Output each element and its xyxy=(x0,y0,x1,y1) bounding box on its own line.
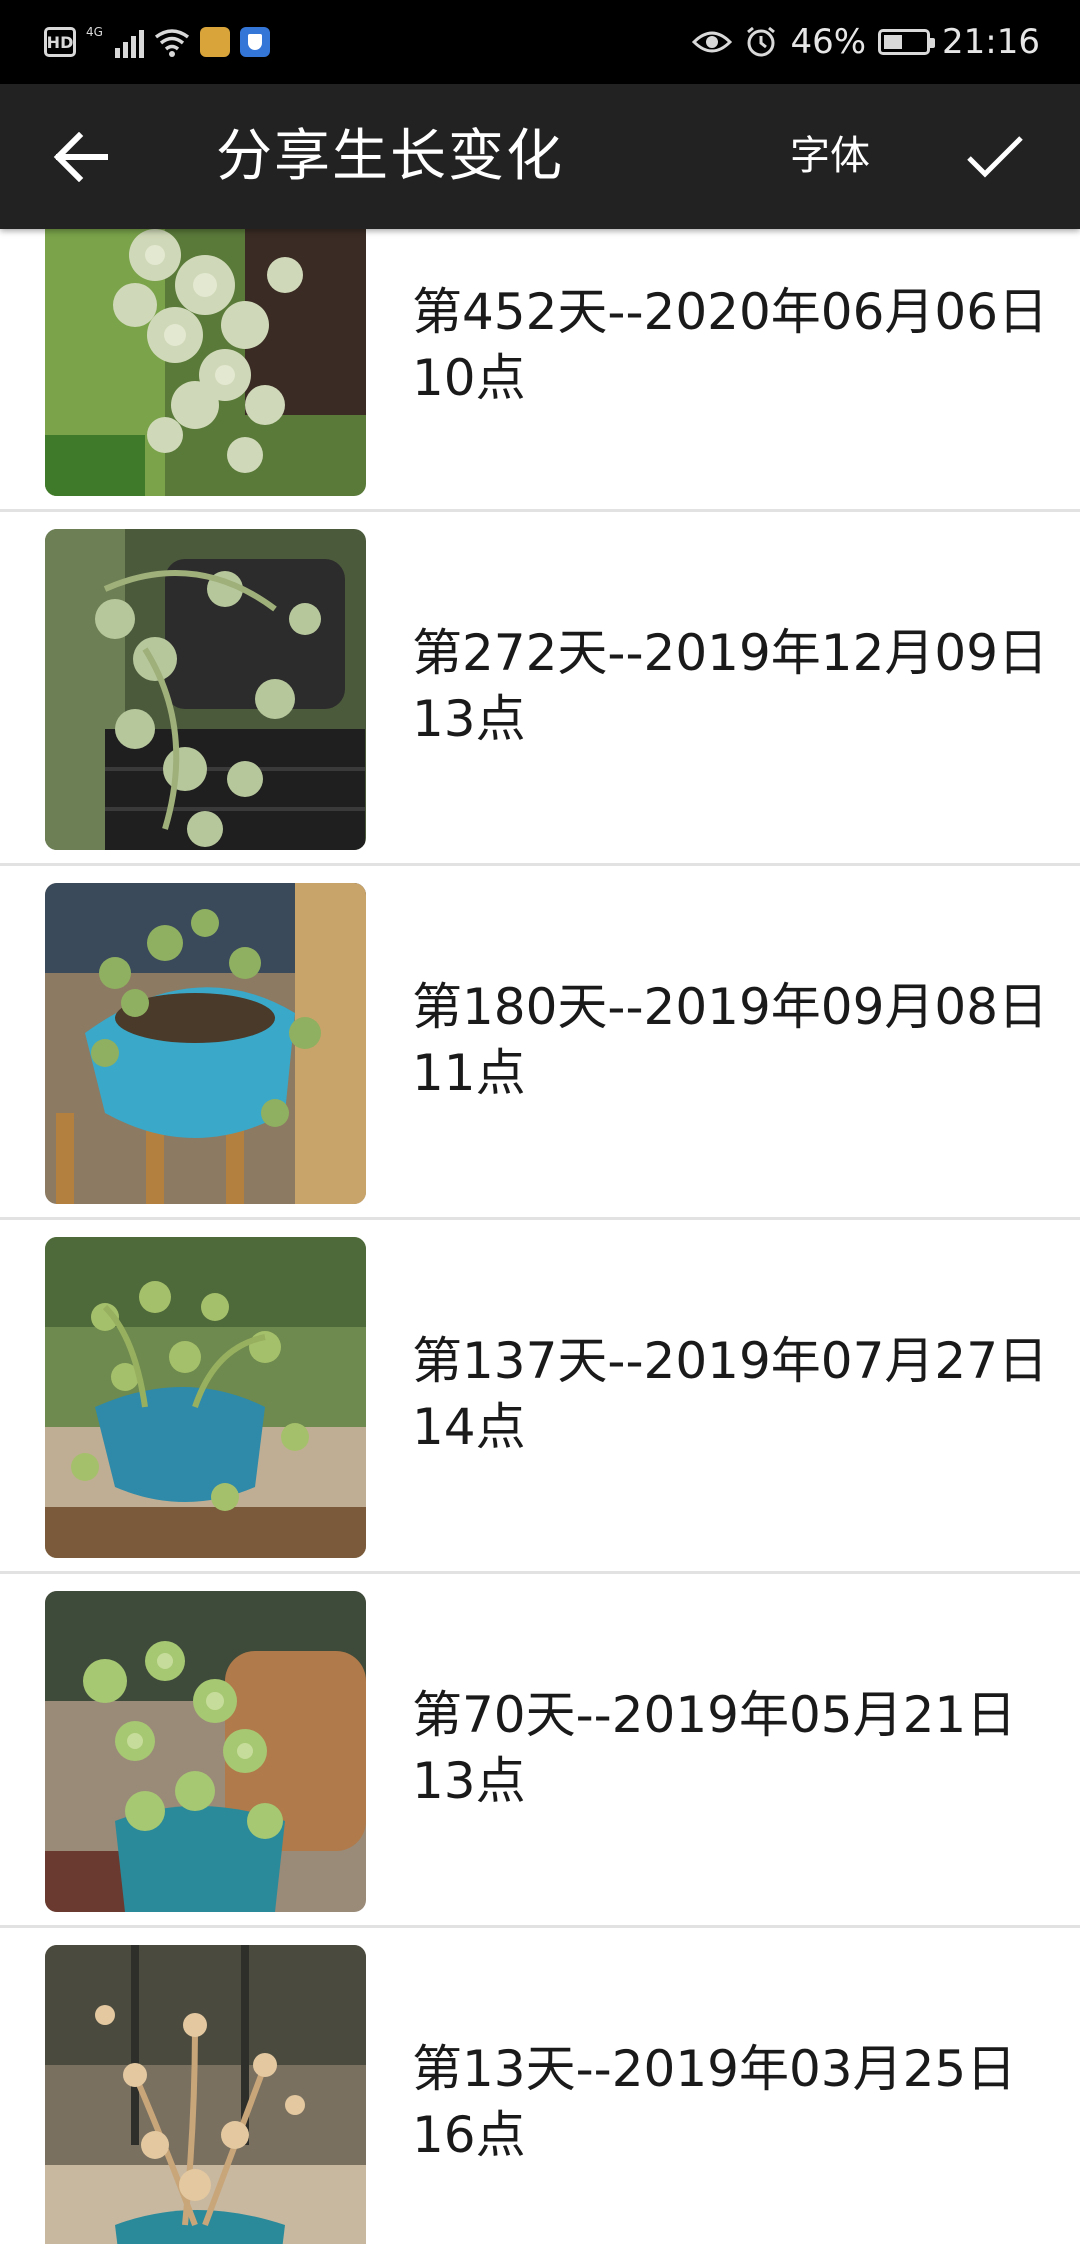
check-icon xyxy=(967,136,1023,178)
alarm-icon xyxy=(747,26,776,57)
succulent-photo[interactable] xyxy=(45,1591,366,1912)
list-item[interactable]: 第70天--2019年05月21日 13点 xyxy=(0,1574,1080,1928)
wifi-icon xyxy=(154,29,189,57)
entry-hour: 13点 xyxy=(412,690,526,748)
battery-percent: 46% xyxy=(790,22,867,62)
status-bar: HD 4G 46% 21:16 xyxy=(0,0,1080,84)
entry-text: 第13天--2019年03月25日 16点 xyxy=(412,2036,1052,2168)
confirm-button[interactable] xyxy=(960,122,1030,192)
hd-icon: HD xyxy=(44,27,76,57)
back-arrow-icon xyxy=(53,132,108,182)
entry-text: 第70天--2019年05月21日 13点 xyxy=(412,1682,1052,1814)
entry-text: 第180天--2019年09月08日 11点 xyxy=(412,974,1052,1106)
entry-hour: 16点 xyxy=(412,2106,526,2164)
entry-hour: 13点 xyxy=(412,1752,526,1810)
entry-date: 第13天--2019年03月25日 xyxy=(412,2040,1017,2098)
entry-hour: 14点 xyxy=(412,1398,526,1456)
app-notification-icon xyxy=(199,27,230,57)
entry-text: 第137天--2019年07月27日 14点 xyxy=(412,1328,1052,1460)
entry-date: 第70天--2019年05月21日 xyxy=(412,1686,1017,1744)
entry-hour: 11点 xyxy=(412,1044,526,1102)
succulent-photo[interactable] xyxy=(45,883,366,1204)
entry-hour: 10点 xyxy=(412,349,526,407)
app-bar: 分享生长变化 字体 xyxy=(0,84,1080,229)
list-item[interactable]: 第452天--2020年06月06日 10点 xyxy=(0,175,1080,512)
status-left-icons: HD 4G xyxy=(44,0,270,84)
battery-fill xyxy=(884,35,903,49)
page-title: 分享生长变化 xyxy=(216,124,564,189)
eye-icon xyxy=(692,31,733,53)
entry-date: 第137天--2019年07月27日 xyxy=(412,1332,1049,1390)
battery-icon xyxy=(878,29,936,55)
clock: 21:16 xyxy=(942,22,1040,62)
font-button[interactable]: 字体 xyxy=(770,84,890,229)
entry-text: 第272天--2019年12月09日 13点 xyxy=(412,620,1052,752)
shield-app-icon xyxy=(239,27,270,57)
list-item[interactable]: 第13天--2019年03月25日 16点 xyxy=(0,1928,1080,2244)
entry-date: 第452天--2020年06月06日 xyxy=(412,283,1049,341)
status-right-icons: 46% 21:16 xyxy=(692,0,1040,84)
entry-text: 第452天--2020年06月06日 10点 xyxy=(412,279,1052,411)
list-item[interactable]: 第137天--2019年07月27日 14点 xyxy=(0,1220,1080,1574)
list-item[interactable]: 第272天--2019年12月09日 13点 xyxy=(0,512,1080,866)
succulent-photo[interactable] xyxy=(45,1945,366,2244)
list-item[interactable]: 第180天--2019年09月08日 11点 xyxy=(0,866,1080,1220)
back-button[interactable] xyxy=(46,122,116,192)
growth-entry-list[interactable]: 第452天--2020年06月06日 10点 第272天--2019年12月09… xyxy=(0,175,1080,2244)
network-type-label: 4G xyxy=(86,25,103,39)
succulent-photo[interactable] xyxy=(45,529,366,850)
succulent-photo[interactable] xyxy=(45,1237,366,1558)
entry-date: 第272天--2019年12月09日 xyxy=(412,624,1049,682)
signal-icon xyxy=(114,26,144,58)
entry-date: 第180天--2019年09月08日 xyxy=(412,978,1049,1036)
